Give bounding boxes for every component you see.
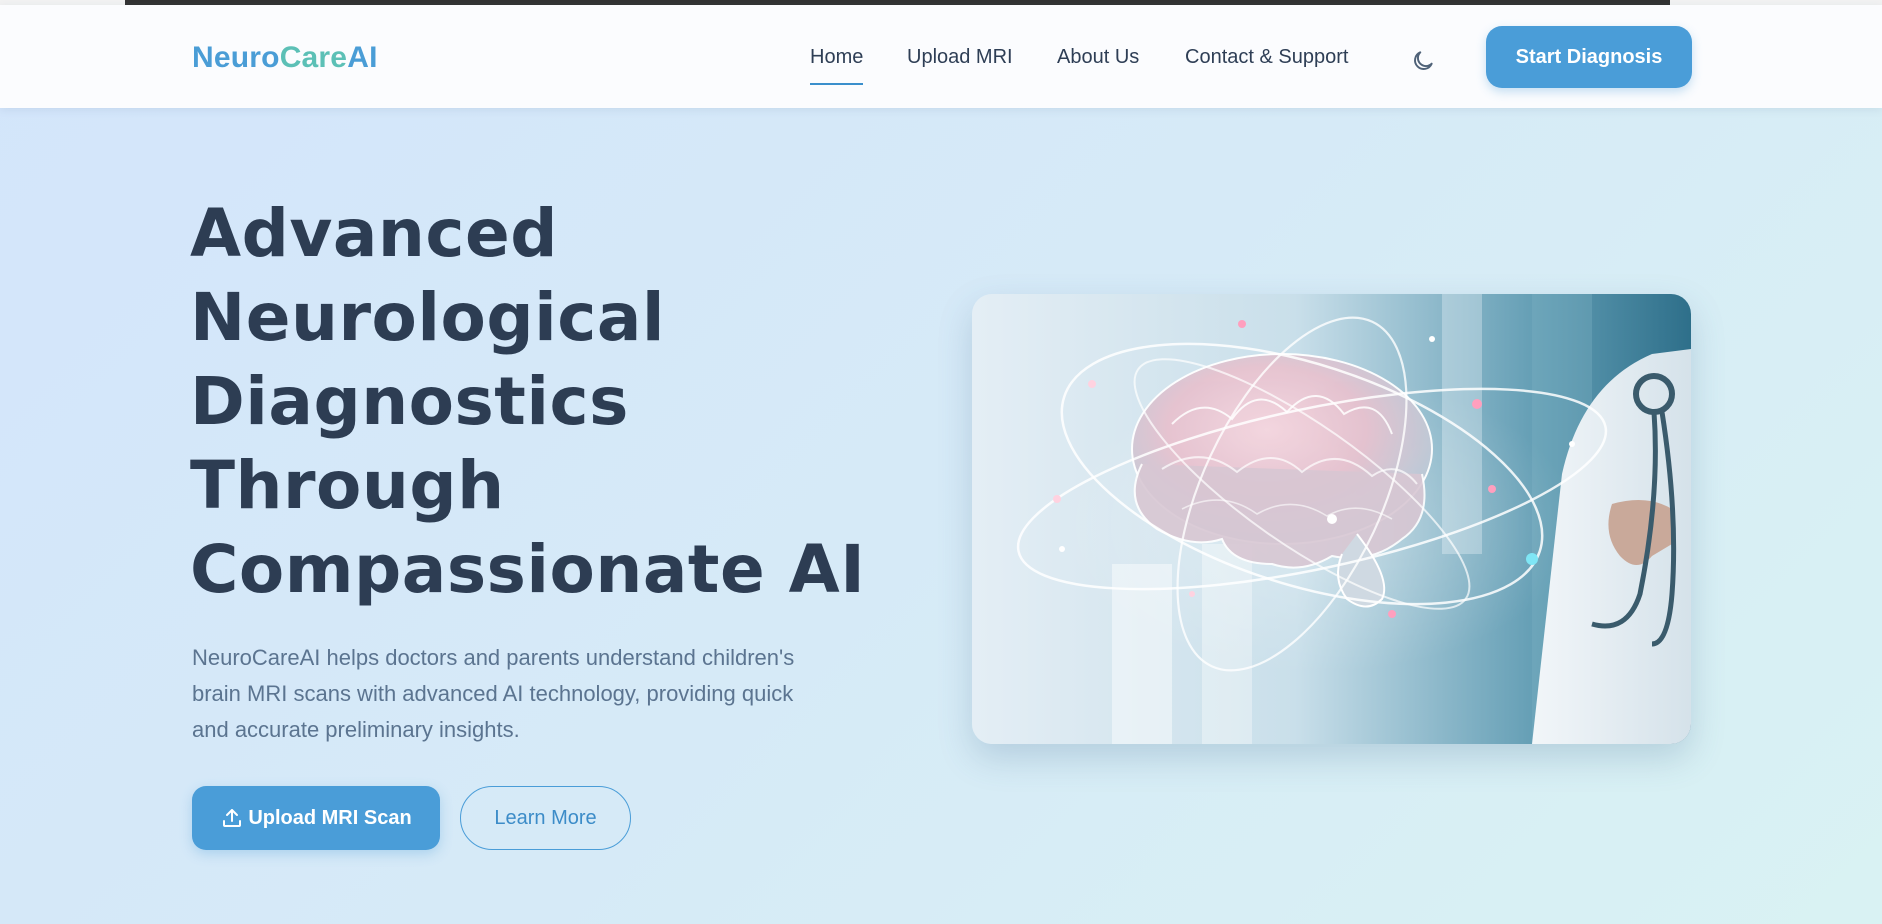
- upload-icon: [220, 806, 244, 830]
- logo-part-neuro: Neuro: [192, 41, 280, 74]
- hero-brain-image: [972, 294, 1691, 744]
- start-diagnosis-button[interactable]: Start Diagnosis: [1486, 26, 1692, 88]
- hero-description: NeuroCareAI helps doctors and parents un…: [192, 645, 795, 742]
- hero-title-line: Advanced: [190, 195, 558, 272]
- upload-mri-scan-button[interactable]: Upload MRI Scan: [192, 786, 440, 850]
- nav-home[interactable]: Home: [810, 45, 864, 85]
- nav-upload-mri[interactable]: Upload MRI: [907, 45, 1013, 69]
- hero-title-line: Neurological: [190, 279, 665, 356]
- hero-title: Advanced Neurological Diagnostics Throug…: [190, 192, 910, 612]
- nav-contact-support[interactable]: Contact & Support: [1185, 45, 1348, 69]
- hero-title-line: Compassionate AI: [190, 531, 866, 608]
- hero-title-line: Through: [190, 447, 505, 524]
- brand-logo[interactable]: NeuroCareAI: [192, 40, 378, 76]
- nav-about-us[interactable]: About Us: [1057, 45, 1139, 69]
- learn-more-button[interactable]: Learn More: [460, 786, 631, 850]
- logo-part-care: Care: [279, 41, 348, 74]
- hero-title-line: Diagnostics: [190, 363, 629, 440]
- site-header: NeuroCareAI Home Upload MRI About Us Con…: [0, 5, 1882, 108]
- moon-icon[interactable]: [1410, 48, 1436, 74]
- upload-mri-scan-label: Upload MRI Scan: [248, 806, 412, 829]
- logo-part-ai: AI: [347, 41, 378, 74]
